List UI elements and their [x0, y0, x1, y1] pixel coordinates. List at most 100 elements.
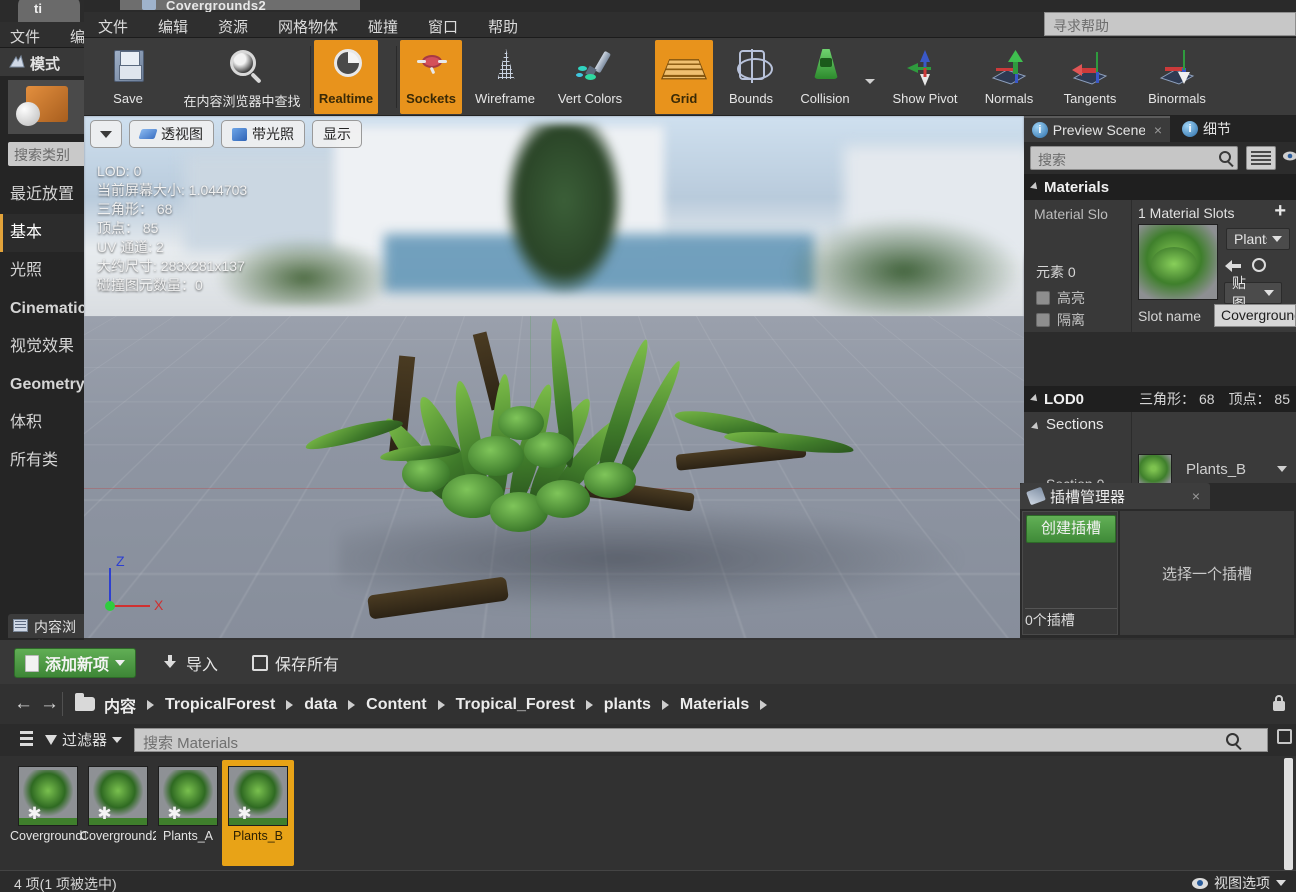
- close-icon[interactable]: ×: [1192, 488, 1200, 504]
- menu-edit[interactable]: 编辑: [158, 16, 188, 37]
- menu-file[interactable]: 文件: [98, 16, 128, 37]
- add-new-button[interactable]: 添加新项: [14, 648, 137, 678]
- import-button[interactable]: 导入: [162, 650, 218, 676]
- toolbar-vert-colors-button[interactable]: Vert Colors: [548, 40, 632, 114]
- close-icon[interactable]: ×: [1154, 122, 1162, 138]
- material-asset-picker[interactable]: Plants_: [1226, 228, 1290, 250]
- category-lights[interactable]: 光照: [0, 252, 92, 290]
- breadcrumb-plants[interactable]: plants: [604, 696, 651, 714]
- menu-window[interactable]: 窗口: [428, 16, 458, 37]
- toolbar-sockets-label: Sockets: [406, 91, 456, 106]
- placement-search-input[interactable]: 搜索类别: [8, 142, 92, 166]
- viewport-perspective-button[interactable]: 透视图: [129, 120, 214, 148]
- toolbar-collision-button[interactable]: Collision: [789, 40, 861, 114]
- lod0-section-header[interactable]: LOD0 三角形： 68 顶点： 85: [1024, 386, 1296, 412]
- stat-vertices: 顶点： 85: [97, 220, 159, 236]
- texture-button[interactable]: 贴图: [1224, 275, 1282, 311]
- category-cinematic[interactable]: Cinematic: [0, 290, 92, 328]
- collision-dropdown-chevron-down-icon[interactable]: [865, 79, 875, 84]
- add-material-slot-button[interactable]: +: [1274, 201, 1286, 221]
- material-thumbnail[interactable]: [1138, 224, 1218, 300]
- chevron-down-icon: [1272, 236, 1282, 242]
- toolbar-sockets-button[interactable]: Sockets: [400, 40, 462, 114]
- browse-to-asset-search-icon[interactable]: [1252, 258, 1266, 272]
- menu-help[interactable]: 帮助: [488, 16, 518, 37]
- content-browser-tab[interactable]: 内容浏览器: [8, 614, 88, 655]
- details-view-grid-button[interactable]: [1246, 146, 1276, 170]
- sources-panel-toggle-icon[interactable]: [13, 731, 33, 747]
- isolate-checkbox[interactable]: [1036, 313, 1050, 327]
- breadcrumb-content[interactable]: 内容: [104, 693, 136, 717]
- asset-search-input[interactable]: 搜索 Materials: [134, 728, 1268, 752]
- toolbar-wireframe-button[interactable]: Wireframe: [466, 40, 544, 114]
- toolbar-normals-button[interactable]: Normals: [973, 40, 1045, 114]
- viewport-show-button[interactable]: 显示: [312, 120, 362, 148]
- asset-tile-coverground22[interactable]: ✱ Coverground22: [80, 760, 156, 866]
- wrench-icon: [1026, 486, 1046, 506]
- content-browser: 添加新项 导入 保存所有 ← → 内容 TropicalForest data …: [0, 640, 1296, 892]
- tab-details[interactable]: i 细节: [1174, 116, 1239, 142]
- save-all-button[interactable]: 保存所有: [252, 650, 339, 676]
- asset-grid-scrollbar[interactable]: [1284, 758, 1293, 870]
- create-socket-button[interactable]: 创建插槽: [1026, 515, 1116, 543]
- help-search-input[interactable]: 寻求帮助: [1044, 12, 1296, 36]
- materials-section-header[interactable]: Materials: [1024, 174, 1296, 200]
- toolbar-binormals-button[interactable]: Binormals: [1135, 40, 1219, 114]
- content-browser-icon: [13, 619, 28, 632]
- breadcrumb-content2[interactable]: Content: [366, 696, 426, 714]
- filters-button[interactable]: 过滤器: [45, 729, 123, 750]
- toolbar-realtime-button[interactable]: Realtime: [314, 40, 378, 114]
- asset-tile-plants-a[interactable]: ✱ Plants_A: [152, 760, 224, 866]
- mesh-viewport[interactable]: 透视图 带光照 显示 LOD: 0 当前屏幕大小: 1.044703 三角形： …: [84, 116, 1024, 638]
- back-arrow-icon[interactable]: ←: [14, 693, 33, 715]
- toolbar-grid-button[interactable]: Grid: [655, 40, 713, 114]
- category-recently-placed[interactable]: 最近放置: [0, 176, 92, 214]
- highlight-checkbox-row[interactable]: 高亮: [1036, 288, 1085, 308]
- slot-name-value[interactable]: Coverground2: [1214, 304, 1296, 327]
- breadcrumb-materials[interactable]: Materials: [680, 696, 749, 714]
- highlight-checkbox[interactable]: [1036, 291, 1050, 305]
- category-basic[interactable]: 基本: [0, 214, 92, 252]
- menu-collision[interactable]: 碰撞: [368, 16, 398, 37]
- chevron-down-icon: [115, 660, 126, 666]
- viewport-viewmode-button[interactable]: 带光照: [221, 120, 305, 148]
- menu-asset[interactable]: 资源: [218, 16, 248, 37]
- asset-tile-plants-b[interactable]: ✱ Plants_B: [222, 760, 294, 866]
- isolate-checkbox-row[interactable]: 隔离: [1036, 310, 1085, 330]
- eye-icon[interactable]: [1282, 150, 1296, 162]
- info-icon: i: [1182, 121, 1198, 137]
- asset-tile-coverground12[interactable]: ✱ Coverground12: [10, 760, 86, 866]
- toolbar-show-pivot-button[interactable]: Show Pivot: [882, 40, 968, 114]
- placement-mode-icon[interactable]: [8, 80, 92, 134]
- details-search-input[interactable]: 搜索: [1030, 146, 1238, 170]
- category-visual-effects[interactable]: 视觉效果: [0, 328, 92, 366]
- breadcrumb-tropical-forest[interactable]: Tropical_Forest: [456, 696, 575, 714]
- view-options-button[interactable]: 视图选项: [1192, 873, 1286, 892]
- toolbar-realtime-label: Realtime: [318, 91, 374, 106]
- tab-preview-scene[interactable]: i Preview Scene ×: [1024, 116, 1170, 142]
- material-star-icon: ✱: [237, 804, 252, 823]
- bg-menu-file[interactable]: 文件: [10, 26, 40, 47]
- info-icon: i: [1032, 122, 1048, 138]
- forward-arrow-icon[interactable]: →: [40, 693, 59, 715]
- menu-mesh[interactable]: 网格物体: [278, 16, 338, 37]
- lock-icon[interactable]: [1272, 694, 1286, 712]
- use-selected-asset-arrow-icon[interactable]: [1224, 258, 1242, 274]
- toolbar-bounds-button[interactable]: Bounds: [717, 40, 785, 114]
- category-volumes[interactable]: 体积: [0, 404, 92, 442]
- breadcrumb-tropicalforest[interactable]: TropicalForest: [165, 696, 275, 714]
- background-window-tab[interactable]: ti: [18, 0, 80, 22]
- viewport-options-button[interactable]: [90, 120, 122, 148]
- section-material-thumbnail[interactable]: [1138, 454, 1172, 486]
- breadcrumb-data[interactable]: data: [304, 696, 337, 714]
- socket-manager-tab[interactable]: 插槽管理器 ×: [1020, 483, 1210, 509]
- viewport-show-label: 显示: [323, 126, 351, 142]
- mesh-editor-tab[interactable]: Covergrounds2: [120, 0, 360, 13]
- section-material-picker[interactable]: Plants_B: [1180, 458, 1292, 480]
- save-search-icon[interactable]: [1277, 729, 1292, 744]
- toolbar-find-in-cb-button[interactable]: 在内容浏览器中查找: [168, 40, 316, 114]
- category-all-classes[interactable]: 所有类: [0, 442, 92, 480]
- toolbar-tangents-button[interactable]: Tangents: [1051, 40, 1129, 114]
- toolbar-save-button[interactable]: Save: [92, 40, 164, 114]
- category-geometry[interactable]: Geometry: [0, 366, 92, 404]
